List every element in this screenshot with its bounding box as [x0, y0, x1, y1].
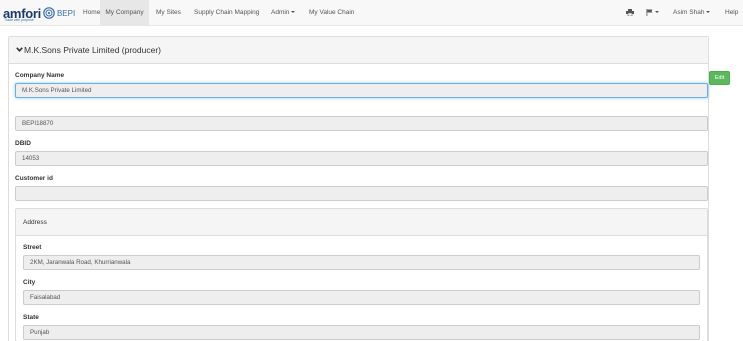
company-name-label: Company Name: [15, 72, 65, 79]
state-label: State: [23, 314, 39, 321]
state-field[interactable]: Punjab: [23, 325, 700, 340]
help-link[interactable]: Help: [720, 0, 743, 26]
chevron-down-icon: [706, 11, 711, 14]
chevron-down-icon: [291, 11, 296, 14]
brand-tagline: Trade with purpose: [4, 18, 34, 22]
dbid-label: DBID: [15, 140, 31, 147]
flag-dropdown[interactable]: [642, 0, 663, 26]
nav-my-value-chain[interactable]: My Value Chain: [304, 0, 359, 26]
nav-my-sites[interactable]: My Sites: [151, 0, 186, 26]
edit-button[interactable]: Edit: [709, 71, 730, 85]
company-heading-text: M.K.Sons Private Limited (producer): [24, 45, 161, 55]
customer-id-field[interactable]: [15, 186, 708, 201]
amfori-logo-icon: [43, 7, 55, 19]
chevron-down-icon: [655, 11, 659, 14]
city-label: City: [23, 279, 36, 286]
street-field[interactable]: 2KM, Jaranwala Road, Khurrianwala: [23, 255, 700, 270]
brand-logo-link[interactable]: amfori BEPI Trade with purpose: [3, 4, 76, 23]
company-panel-title: M.K.Sons Private Limited (producer): [16, 45, 161, 55]
city-field[interactable]: Faisalabad: [23, 290, 700, 305]
flag-icon: [646, 8, 653, 16]
print-button[interactable]: [622, 0, 638, 26]
user-name: Asim Shah: [673, 9, 705, 16]
brand-name: amfori: [3, 5, 41, 21]
dbid-field[interactable]: 14053: [15, 151, 708, 166]
nav-admin-dropdown[interactable]: Admin: [266, 0, 300, 26]
address-heading: Address: [23, 219, 47, 226]
company-name-field[interactable]: M.K.Sons Private Limited: [15, 83, 708, 98]
address-panel-heading: Address: [16, 209, 707, 236]
top-navbar: amfori BEPI Trade with purpose Home My C…: [0, 0, 743, 26]
print-icon: [626, 8, 634, 17]
bepi-id-field[interactable]: BEPI18870: [15, 116, 708, 131]
nav-admin-label: Admin: [271, 9, 290, 16]
address-panel: Address: [15, 208, 708, 341]
nav-my-company[interactable]: My Company: [100, 0, 149, 26]
customer-id-label: Customer id: [15, 175, 53, 182]
chevron-down-icon: [16, 47, 23, 52]
company-panel-heading[interactable]: M.K.Sons Private Limited (producer): [9, 37, 708, 64]
street-label: Street: [23, 244, 42, 251]
brand-product: BEPI: [56, 8, 76, 18]
nav-supply-chain-mapping[interactable]: Supply Chain Mapping: [189, 0, 264, 26]
user-menu[interactable]: Asim Shah: [668, 0, 715, 26]
